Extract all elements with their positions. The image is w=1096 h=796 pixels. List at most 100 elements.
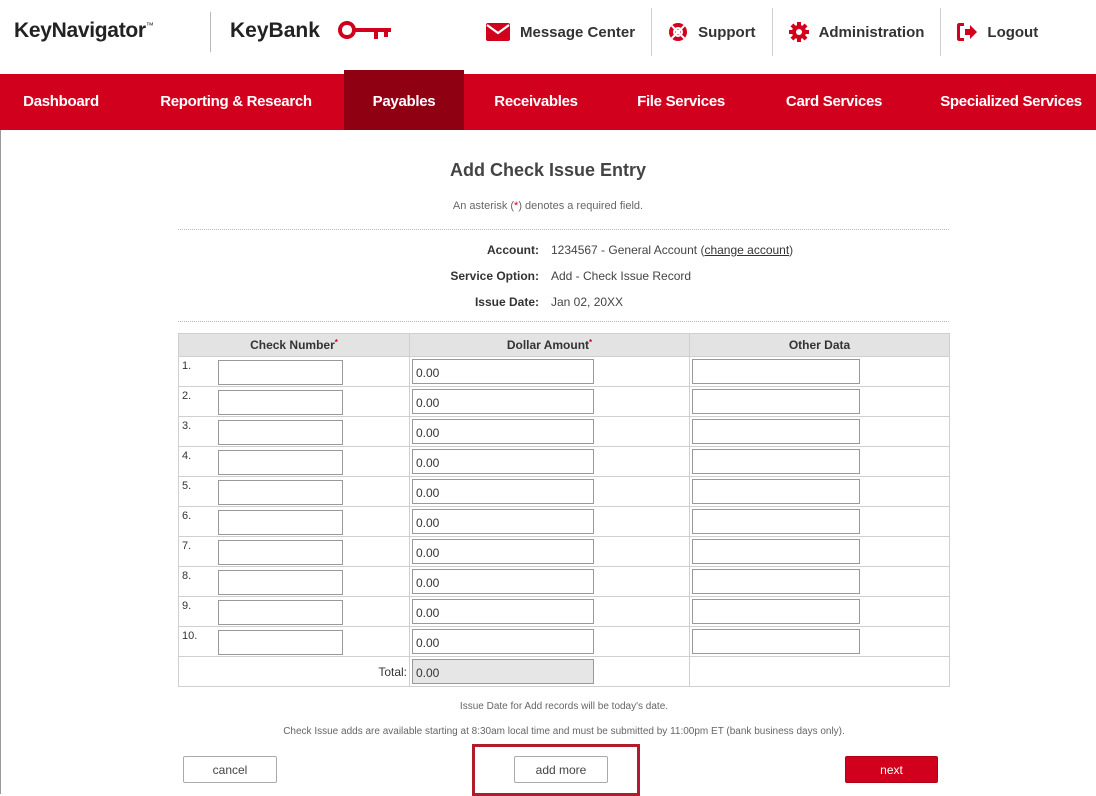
dollar-amount-input[interactable] bbox=[412, 479, 594, 504]
table-row: 3. bbox=[178, 416, 950, 447]
nav-payables[interactable]: Payables bbox=[344, 70, 464, 130]
logout-label: Logout bbox=[987, 23, 1039, 41]
check-number-header-text: Check Number bbox=[250, 338, 335, 352]
issue-date-label: Issue Date: bbox=[474, 295, 539, 309]
row-number: 3. bbox=[182, 420, 192, 432]
divider-bottom bbox=[178, 321, 949, 322]
dollar-amount-input[interactable] bbox=[412, 359, 594, 384]
other-data-input[interactable] bbox=[692, 629, 860, 654]
other-data-cell bbox=[689, 506, 950, 537]
check-number-input[interactable] bbox=[218, 450, 343, 475]
table-row: 10. bbox=[178, 626, 950, 657]
cancel-button[interactable]: cancel bbox=[183, 756, 277, 783]
dollar-amount-input[interactable] bbox=[412, 509, 594, 534]
required-field-note: An asterisk (*) denotes a required field… bbox=[0, 200, 1096, 212]
check-number-input[interactable] bbox=[218, 600, 343, 625]
dollar-amount-input[interactable] bbox=[412, 539, 594, 564]
col-header-check-number: Check Number* bbox=[178, 333, 410, 357]
check-number-input[interactable] bbox=[218, 510, 343, 535]
other-data-input[interactable] bbox=[692, 599, 860, 624]
other-data-cell bbox=[689, 356, 950, 387]
row-number: 8. bbox=[182, 570, 192, 582]
keybank-logo[interactable]: KeyBank bbox=[230, 19, 320, 43]
dollar-amount-input[interactable] bbox=[412, 569, 594, 594]
nav-receivables[interactable]: Receivables bbox=[474, 74, 598, 130]
keynavigator-text: KeyNavigator bbox=[14, 19, 146, 42]
message-center-link[interactable]: Message Center bbox=[470, 8, 651, 56]
table-row: 6. bbox=[178, 506, 950, 537]
highlight-box bbox=[472, 744, 640, 796]
check-number-input[interactable] bbox=[218, 390, 343, 415]
key-logo-icon bbox=[338, 21, 391, 39]
table-header-row: Check Number* Dollar Amount* Other Data bbox=[178, 333, 950, 357]
check-number-cell: 5. bbox=[178, 476, 410, 507]
dollar-amount-cell bbox=[409, 506, 690, 537]
other-data-cell bbox=[689, 476, 950, 507]
lifebuoy-icon bbox=[669, 23, 688, 41]
other-data-input[interactable] bbox=[692, 419, 860, 444]
check-entry-table: Check Number* Dollar Amount* Other Data … bbox=[178, 333, 950, 687]
administration-link[interactable]: Administration bbox=[771, 8, 941, 56]
dollar-amount-input[interactable] bbox=[412, 629, 594, 654]
check-number-cell: 9. bbox=[178, 596, 410, 627]
other-data-input[interactable] bbox=[692, 539, 860, 564]
nav-file-services[interactable]: File Services bbox=[616, 74, 746, 130]
check-number-cell: 10. bbox=[178, 626, 410, 657]
other-data-cell bbox=[689, 596, 950, 627]
trademark-mark: ™ bbox=[145, 21, 154, 30]
table-row: 4. bbox=[178, 446, 950, 477]
row-number: 6. bbox=[182, 510, 192, 522]
table-row: 1. bbox=[178, 356, 950, 387]
dollar-amount-input[interactable] bbox=[412, 419, 594, 444]
total-empty-cell bbox=[689, 656, 950, 687]
nav-card-services[interactable]: Card Services bbox=[766, 74, 902, 130]
dollar-amount-input[interactable] bbox=[412, 449, 594, 474]
check-number-input[interactable] bbox=[218, 360, 343, 385]
check-number-cell: 8. bbox=[178, 566, 410, 597]
issue-date-value: Jan 02, 20XX bbox=[551, 295, 624, 309]
table-row: 9. bbox=[178, 596, 950, 627]
nav-dashboard[interactable]: Dashboard bbox=[0, 74, 122, 130]
support-label: Support bbox=[698, 23, 756, 41]
check-number-input[interactable] bbox=[218, 540, 343, 565]
next-button[interactable]: next bbox=[845, 756, 938, 783]
dollar-amount-cell bbox=[409, 566, 690, 597]
row-number: 2. bbox=[182, 390, 192, 402]
total-row: Total: bbox=[178, 656, 950, 687]
other-data-input[interactable] bbox=[692, 479, 860, 504]
col-header-dollar-amount: Dollar Amount* bbox=[409, 333, 690, 357]
check-number-cell: 7. bbox=[178, 536, 410, 567]
dollar-amount-header-text: Dollar Amount bbox=[506, 338, 590, 352]
table-row: 8. bbox=[178, 566, 950, 597]
logo-divider bbox=[210, 12, 211, 52]
nav-reporting-research[interactable]: Reporting & Research bbox=[136, 74, 336, 130]
availability-footnote: Check Issue adds are available starting … bbox=[283, 726, 845, 737]
account-value-close: ) bbox=[789, 243, 794, 257]
other-data-input[interactable] bbox=[692, 449, 860, 474]
logout-link[interactable]: Logout bbox=[940, 8, 1054, 56]
other-data-input[interactable] bbox=[692, 359, 860, 384]
change-account-link[interactable]: change account bbox=[704, 243, 789, 257]
service-option-value: Add - Check Issue Record bbox=[551, 269, 692, 283]
other-data-input[interactable] bbox=[692, 569, 860, 594]
check-number-input[interactable] bbox=[218, 630, 343, 655]
account-value: 1234567 - General Account (change accoun… bbox=[551, 243, 793, 257]
check-number-input[interactable] bbox=[218, 420, 343, 445]
dollar-amount-cell bbox=[409, 626, 690, 657]
check-number-input[interactable] bbox=[218, 570, 343, 595]
top-header: KeyNavigator™ KeyBank Message Center Sup… bbox=[0, 0, 1096, 74]
other-data-input[interactable] bbox=[692, 389, 860, 414]
row-number: 10. bbox=[182, 630, 198, 642]
support-link[interactable]: Support bbox=[651, 8, 772, 56]
service-option-label: Service Option: bbox=[450, 269, 539, 283]
dollar-amount-input[interactable] bbox=[412, 599, 594, 624]
gear-icon bbox=[788, 22, 809, 42]
check-number-input[interactable] bbox=[218, 480, 343, 505]
envelope-icon bbox=[486, 23, 510, 41]
dollar-amount-cell bbox=[409, 536, 690, 567]
other-data-input[interactable] bbox=[692, 509, 860, 534]
nav-specialized-services[interactable]: Specialized Services bbox=[926, 74, 1096, 130]
dollar-amount-input[interactable] bbox=[412, 389, 594, 414]
keynavigator-logo[interactable]: KeyNavigator™ bbox=[14, 19, 154, 43]
other-data-cell bbox=[689, 626, 950, 657]
